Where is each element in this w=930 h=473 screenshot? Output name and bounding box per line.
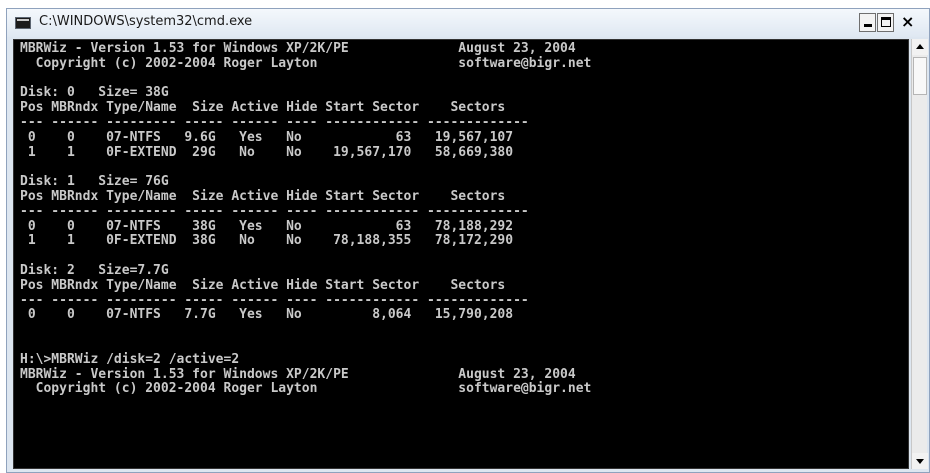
window-title: C:\WINDOWS\system32\cmd.exe [39, 14, 253, 29]
title-bar[interactable]: C:\WINDOWS\system32\cmd.exe × [7, 9, 929, 37]
scroll-down-arrow-icon[interactable] [912, 453, 928, 469]
console-line: Pos MBRndx Type/Name Size Active Hide St… [20, 100, 506, 116]
console-line: --- ------ --------- ----- ------ ---- -… [20, 114, 529, 130]
console-line: MBRWiz - Version 1.53 for Windows XP/2K/… [20, 41, 576, 56]
cmd-window: C:\WINDOWS\system32\cmd.exe × MBRWiz - V… [6, 8, 930, 473]
console-line: --- ------ --------- ----- ------ ---- -… [20, 292, 529, 308]
console-line: 1 1 0F-EXTEND 29G No No 19,567,170 58,66… [20, 144, 514, 160]
console-line: 0 0 07-NTFS 7.7G Yes No 8,064 15,790,208 [20, 307, 514, 323]
console-line: Copyright (c) 2002-2004 Roger Layton sof… [20, 381, 592, 397]
vertical-scrollbar[interactable] [911, 39, 928, 469]
console-line: Copyright (c) 2002-2004 Roger Layton sof… [20, 55, 592, 71]
console-line: Disk: 0 Size= 38G [20, 85, 169, 101]
minimize-icon [864, 24, 872, 27]
maximize-button[interactable] [877, 13, 894, 32]
scroll-thumb[interactable] [913, 57, 927, 95]
console-line: Disk: 2 Size=7.7G [20, 262, 169, 278]
console-area[interactable]: MBRWiz - Version 1.53 for Windows XP/2K/… [13, 39, 909, 469]
close-button[interactable]: × [897, 12, 927, 32]
scroll-up-arrow-icon[interactable] [912, 39, 928, 55]
console-line: Pos MBRndx Type/Name Size Active Hide St… [20, 188, 506, 204]
console-line: --- ------ --------- ----- ------ ---- -… [20, 203, 529, 219]
close-icon: × [901, 12, 915, 31]
console-line: 0 0 07-NTFS 9.6G Yes No 63 19,567,107 [20, 129, 514, 145]
cmd-console-icon[interactable] [15, 17, 31, 29]
console-line: MBRWiz - Version 1.53 for Windows XP/2K/… [20, 366, 576, 382]
maximize-icon [881, 17, 891, 27]
console-line: Pos MBRndx Type/Name Size Active Hide St… [20, 277, 506, 293]
console-line: Disk: 1 Size= 76G [20, 174, 169, 190]
minimize-button[interactable] [859, 13, 876, 32]
console-line: 0 0 07-NTFS 38G Yes No 63 78,188,292 [20, 218, 514, 234]
console-line: 1 1 0F-EXTEND 38G No No 78,188,355 78,17… [20, 233, 514, 249]
console-line: H:\>MBRWiz /disk=2 /active=2 [20, 351, 240, 367]
console-output: MBRWiz - Version 1.53 for Windows XP/2K/… [20, 41, 592, 397]
